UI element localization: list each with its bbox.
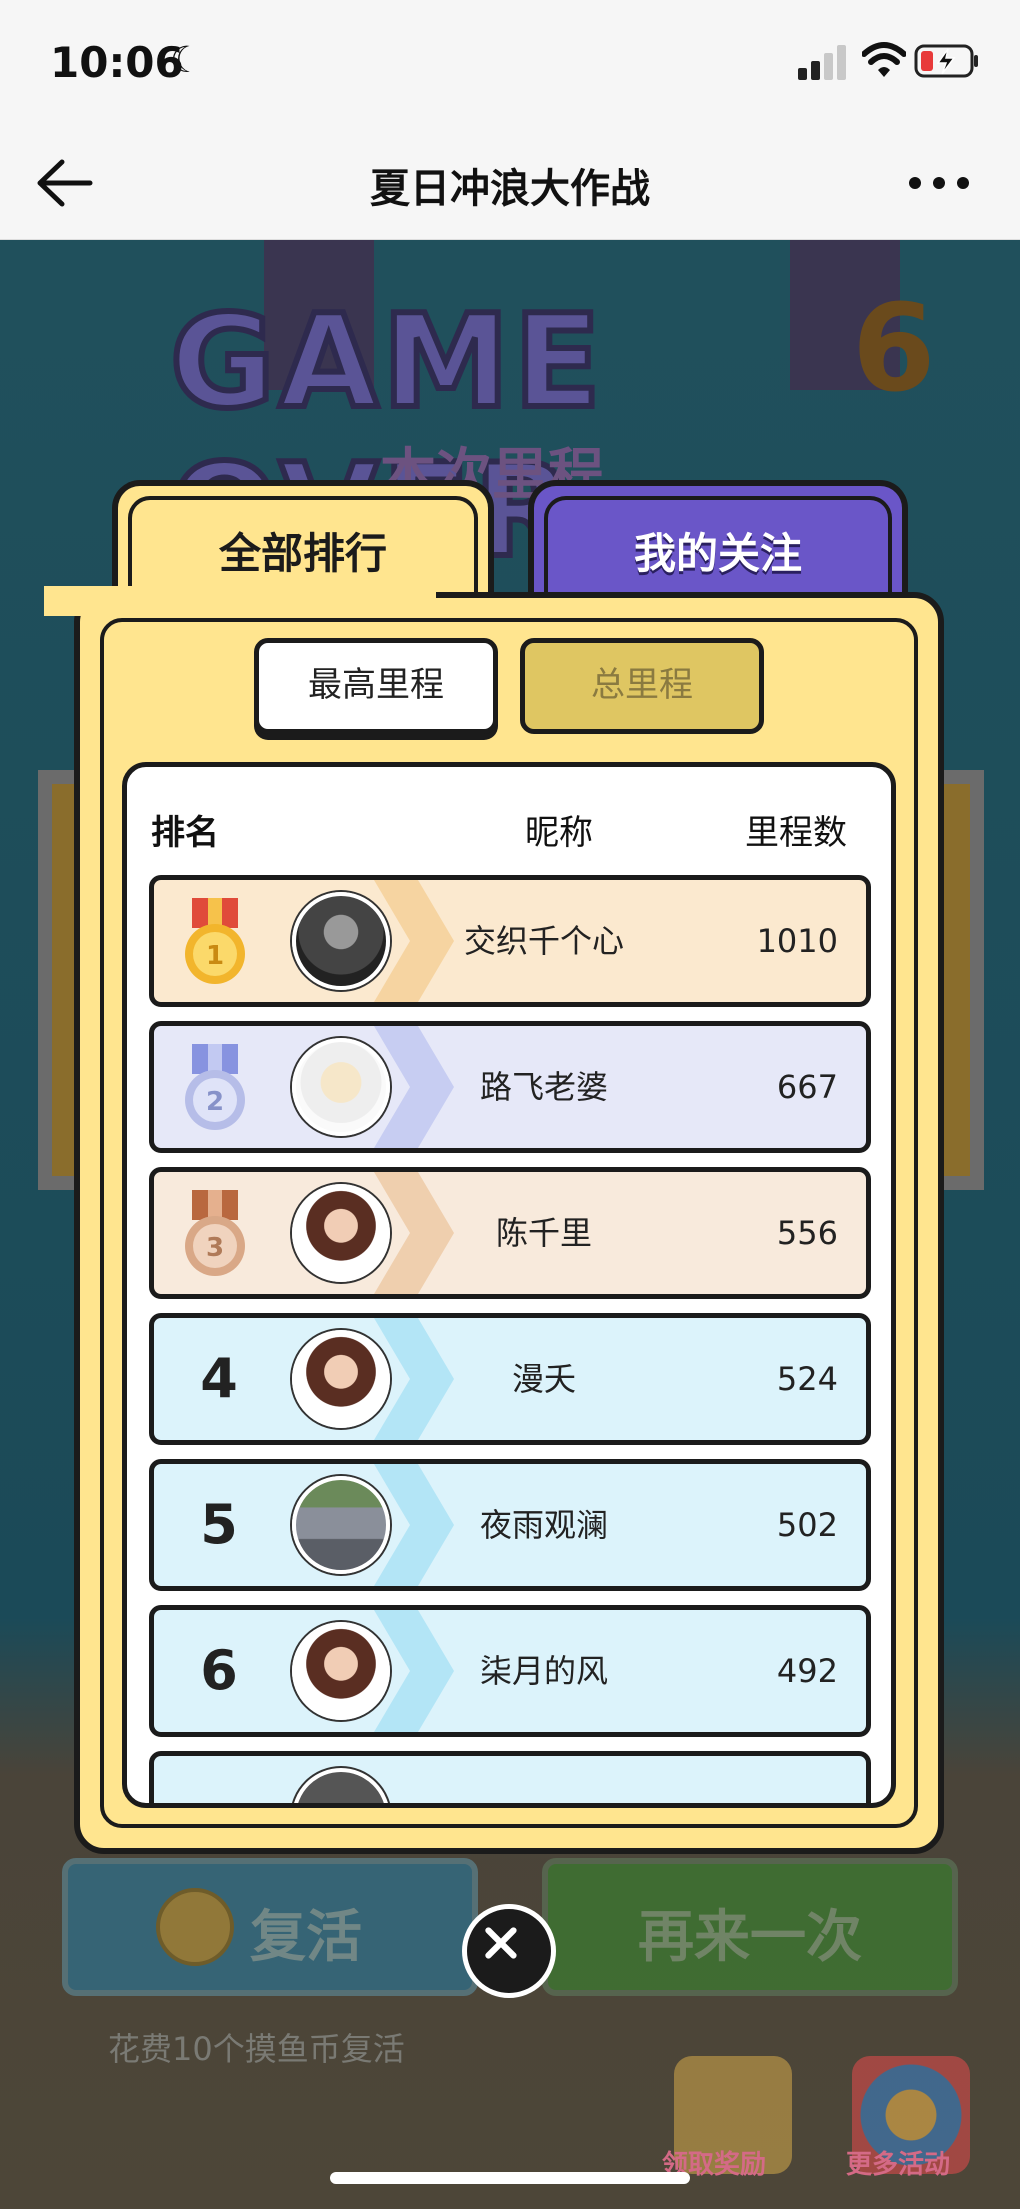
- cellular-signal-icon: [798, 44, 850, 80]
- distance-value: 667: [776, 1068, 838, 1106]
- game-area: GAME OVER 6 本次里程 我的关注 全部排行 最高里程 总里程 排名 昵…: [0, 240, 1020, 2209]
- distance-value: 556: [776, 1214, 838, 1252]
- avatar: [292, 1330, 390, 1428]
- leaderboard-row[interactable]: 5 夜雨观澜 502: [149, 1459, 871, 1591]
- gold-medal-icon: 1: [185, 898, 245, 984]
- svg-text:1: 1: [206, 941, 224, 971]
- status-time: 10:06: [50, 38, 184, 87]
- avatar: [292, 1622, 390, 1720]
- rank-number: 6: [200, 1639, 238, 1702]
- close-x-icon[interactable]: [462, 1904, 556, 1998]
- subtab-total-distance[interactable]: 总里程: [520, 638, 764, 734]
- column-distance: 里程数: [745, 813, 847, 853]
- battery-low-icon: [914, 44, 978, 78]
- rank-number: 5: [200, 1493, 238, 1556]
- leaderboard-row[interactable]: 4 漫夭 524: [149, 1313, 871, 1445]
- nickname: 交织千个心: [463, 922, 624, 960]
- page-title: 夏日冲浪大作战: [370, 166, 650, 212]
- subtab-best-distance[interactable]: 最高里程: [254, 638, 498, 734]
- distance-value: 524: [776, 1360, 838, 1398]
- tab-label: 我的关注: [633, 529, 802, 578]
- moon-icon: ☾: [170, 40, 203, 81]
- distance-value: 492: [776, 1652, 838, 1690]
- wifi-icon: [862, 42, 906, 77]
- more-activities-label[interactable]: 更多活动: [846, 2144, 950, 2181]
- avatar: [292, 1184, 390, 1282]
- avatar: [292, 1768, 390, 1803]
- retry-label: 再来一次: [638, 1905, 862, 1970]
- home-indicator[interactable]: [330, 2172, 690, 2184]
- bronze-medal-icon: 3: [185, 1190, 245, 1276]
- leaderboard-row[interactable]: 3 陈千里 556: [149, 1167, 871, 1299]
- revive-label: 复活: [250, 1905, 362, 1970]
- svg-text:2: 2: [206, 1087, 224, 1117]
- nickname: 陈千里: [495, 1214, 592, 1252]
- silver-medal-icon: 2: [185, 1044, 245, 1130]
- revive-button[interactable]: 复活: [62, 1858, 478, 1996]
- leaderboard-row[interactable]: 1 交织千个心 1010: [149, 875, 871, 1007]
- distance-value: 1010: [756, 922, 838, 960]
- avatar: [292, 1038, 390, 1136]
- fish-coin-icon: [156, 1888, 234, 1966]
- column-rank: 排名: [151, 813, 219, 853]
- distance-value: 502: [776, 1506, 838, 1544]
- nickname: 漫夭: [511, 1360, 576, 1398]
- avatar: [292, 1476, 390, 1574]
- nickname: 路飞老婆: [479, 1068, 608, 1106]
- score-digit: 6: [852, 280, 936, 419]
- nav-bar: 夏日冲浪大作战: [0, 126, 1020, 240]
- column-nickname: 昵称: [525, 813, 593, 853]
- leaderboard-list[interactable]: 排名 昵称 里程数 1 交织千个心 1010 2 路飞老婆 667 3 陈千里 …: [122, 762, 896, 1808]
- nickname: 柒月的风: [479, 1652, 608, 1690]
- svg-text:3: 3: [206, 1233, 224, 1263]
- status-bar: 10:06 ☾: [0, 0, 1020, 126]
- nickname: 夜雨观澜: [479, 1506, 608, 1544]
- tab-label: 全部排行: [218, 529, 387, 578]
- avatar: [292, 892, 390, 990]
- leaderboard-row[interactable]: 2 路飞老婆 667: [149, 1021, 871, 1153]
- revive-hint: 花费10个摸鱼币复活: [108, 2030, 405, 2068]
- retry-button[interactable]: 再来一次: [542, 1858, 958, 1996]
- leaderboard-row[interactable]: 6 柒月的风 492: [149, 1605, 871, 1737]
- rank-number: 4: [200, 1347, 238, 1410]
- leaderboard-row-partial[interactable]: [149, 1751, 871, 1803]
- tab-join: [44, 586, 436, 616]
- more-dots-icon[interactable]: [906, 168, 972, 198]
